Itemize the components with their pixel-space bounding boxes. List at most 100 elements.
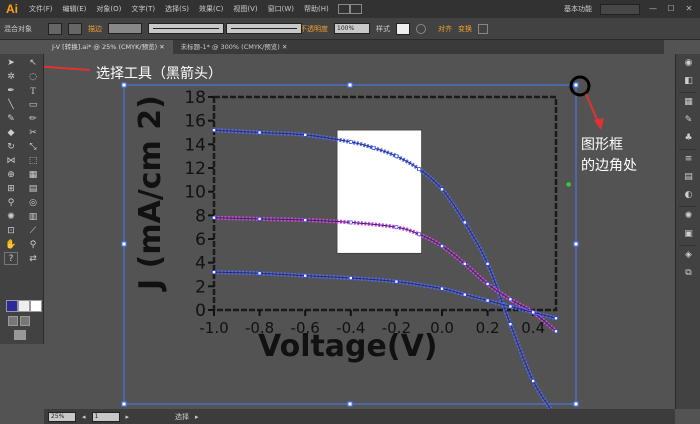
fill-swatch[interactable] <box>48 22 62 35</box>
series-anchor-point[interactable] <box>348 220 353 225</box>
menu-help[interactable]: 帮助(H) <box>299 4 334 14</box>
more-options-icon[interactable] <box>478 23 488 34</box>
series-anchor-point[interactable] <box>417 232 422 237</box>
series-anchor-point[interactable] <box>348 276 353 280</box>
symbols-panel-icon[interactable]: ♣ <box>676 129 700 147</box>
screen-mode-icon[interactable] <box>20 316 30 326</box>
draw-mode-icon[interactable] <box>8 316 18 326</box>
series-anchor-point[interactable] <box>257 130 262 135</box>
opacity-field[interactable]: 100% <box>334 23 370 34</box>
bbox-handle-tm[interactable] <box>347 82 353 88</box>
swatches-panel-icon[interactable]: ▦ <box>676 93 700 111</box>
series-anchor-point[interactable] <box>531 310 536 315</box>
series-anchor-point[interactable] <box>440 286 444 291</box>
bbox-handle-tr[interactable] <box>573 82 579 88</box>
bbox-handle-ml[interactable] <box>121 241 127 247</box>
fill-color-swatch[interactable] <box>6 300 18 312</box>
column-graph-tool-icon[interactable]: ▥ <box>23 210 43 223</box>
paintbrush-tool-icon[interactable]: ✎ <box>1 112 21 125</box>
series-anchor-point[interactable] <box>554 329 558 334</box>
stroke-swatch[interactable] <box>68 22 82 35</box>
magic-wand-tool-icon[interactable]: ✲ <box>1 70 21 83</box>
series-anchor-point[interactable] <box>508 304 513 309</box>
x-tick-label[interactable]: 0.2 <box>476 319 500 337</box>
series-anchor-point[interactable] <box>485 262 490 266</box>
y-tick-label[interactable]: 18 <box>184 88 206 108</box>
search-input[interactable] <box>600 3 640 15</box>
hand-tool-icon[interactable]: ✋ <box>1 238 21 251</box>
help-tool-icon[interactable]: ? <box>4 252 18 265</box>
series-anchor-point[interactable] <box>508 322 513 327</box>
rectangle-tool-icon[interactable]: ▭ <box>23 98 43 111</box>
gradient-panel-icon[interactable]: ▤ <box>676 168 700 186</box>
series-anchor-point[interactable] <box>440 244 444 248</box>
y-tick-label[interactable]: 0 <box>195 301 206 321</box>
next-artboard-button[interactable]: ▸ <box>126 413 130 421</box>
y-axis-label[interactable]: J (mA/cm 2) <box>133 95 168 292</box>
graphic-styles-panel-icon[interactable]: ▣ <box>676 225 700 243</box>
inset-image[interactable] <box>336 129 422 254</box>
maximize-button[interactable]: ☐ <box>666 4 676 14</box>
x-tick-label[interactable]: 0.4 <box>521 319 545 337</box>
blob-brush-tool-icon[interactable]: ◆ <box>1 126 21 139</box>
series-anchor-point[interactable] <box>394 279 399 284</box>
arrange-icon[interactable] <box>349 4 362 14</box>
close-button[interactable]: ✕ <box>684 4 694 14</box>
variable-width-profile[interactable] <box>148 23 224 34</box>
artboard-tool-icon[interactable]: ⊡ <box>1 224 21 237</box>
appearance-panel-icon[interactable]: ✺ <box>676 207 700 225</box>
brushes-panel-icon[interactable]: ✎ <box>676 111 700 129</box>
stroke-color-swatch[interactable] <box>18 300 30 312</box>
y-tick-label[interactable]: 16 <box>184 112 206 132</box>
zoom-tool-icon[interactable]: ⚲ <box>23 238 43 251</box>
stroke-label[interactable]: 描边 <box>88 24 102 34</box>
pencil-tool-icon[interactable]: ✏ <box>23 112 43 125</box>
series-anchor-point[interactable] <box>485 298 490 303</box>
shape-builder-tool-icon[interactable]: ⊕ <box>1 168 21 181</box>
series-anchor-point[interactable] <box>394 154 399 158</box>
series-anchor-point[interactable] <box>257 217 262 221</box>
x-axis-label[interactable]: Voltage(V) <box>258 329 438 364</box>
y-tick-label[interactable]: 2 <box>195 277 206 297</box>
status-menu-button[interactable]: ▸ <box>195 413 199 421</box>
line-tool-icon[interactable]: ╲ <box>1 98 21 111</box>
stroke-weight-field[interactable] <box>108 23 142 34</box>
bbox-handle-br[interactable] <box>573 401 579 407</box>
series-anchor-point[interactable] <box>440 187 444 192</box>
minimize-button[interactable]: — <box>648 4 658 14</box>
y-tick-label[interactable]: 6 <box>195 230 206 250</box>
bbox-handle-bm[interactable] <box>347 401 353 407</box>
change-screen-mode-icon[interactable] <box>14 330 26 340</box>
series-anchor-point[interactable] <box>212 128 216 132</box>
eyedropper-tool-icon[interactable]: ⚲ <box>1 196 21 209</box>
color-guide-icon[interactable]: ◧ <box>676 72 700 90</box>
opacity-label[interactable]: 不透明度 <box>300 24 328 34</box>
series-anchor-point[interactable] <box>462 262 467 266</box>
recolor-icon[interactable] <box>416 23 426 34</box>
symbol-sprayer-tool-icon[interactable]: ✺ <box>1 210 21 223</box>
series-anchor-point[interactable] <box>462 220 467 225</box>
menu-window[interactable]: 窗口(W) <box>263 4 299 14</box>
menu-effect[interactable]: 效果(C) <box>194 4 228 14</box>
graphic-style-swatch[interactable] <box>396 22 410 35</box>
perspective-grid-tool-icon[interactable]: ▦ <box>23 168 43 181</box>
rotate-tool-icon[interactable]: ↻ <box>1 140 21 153</box>
series-anchor-point[interactable] <box>303 218 308 222</box>
y-tick-label[interactable]: 12 <box>184 159 206 179</box>
chart-artwork[interactable]: 024681012141618 -1.0 -0.8 -0.6 -0.4 -0.2 0.0 0… <box>44 54 675 409</box>
series-anchor-point[interactable] <box>212 215 216 220</box>
width-tool-icon[interactable]: ⋈ <box>1 154 21 167</box>
artboard-number-field[interactable]: 1 <box>91 411 120 422</box>
series-anchor-point[interactable] <box>371 146 376 150</box>
slice-tool-icon[interactable]: ⟋ <box>23 224 43 237</box>
x-tick-label[interactable]: -1.0 <box>199 319 228 337</box>
series-anchor-point[interactable] <box>531 379 536 383</box>
transparency-panel-icon[interactable]: ◐ <box>676 186 700 204</box>
pen-tool-icon[interactable]: ✒ <box>1 84 21 97</box>
workspace-switcher[interactable]: 基本功能 <box>564 4 592 14</box>
y-tick-label[interactable]: 10 <box>184 183 206 203</box>
series-anchor-point[interactable] <box>462 292 467 297</box>
menu-object[interactable]: 对象(O) <box>91 4 126 14</box>
series-anchor-point[interactable] <box>508 297 513 302</box>
series-anchor-point[interactable] <box>485 282 490 286</box>
